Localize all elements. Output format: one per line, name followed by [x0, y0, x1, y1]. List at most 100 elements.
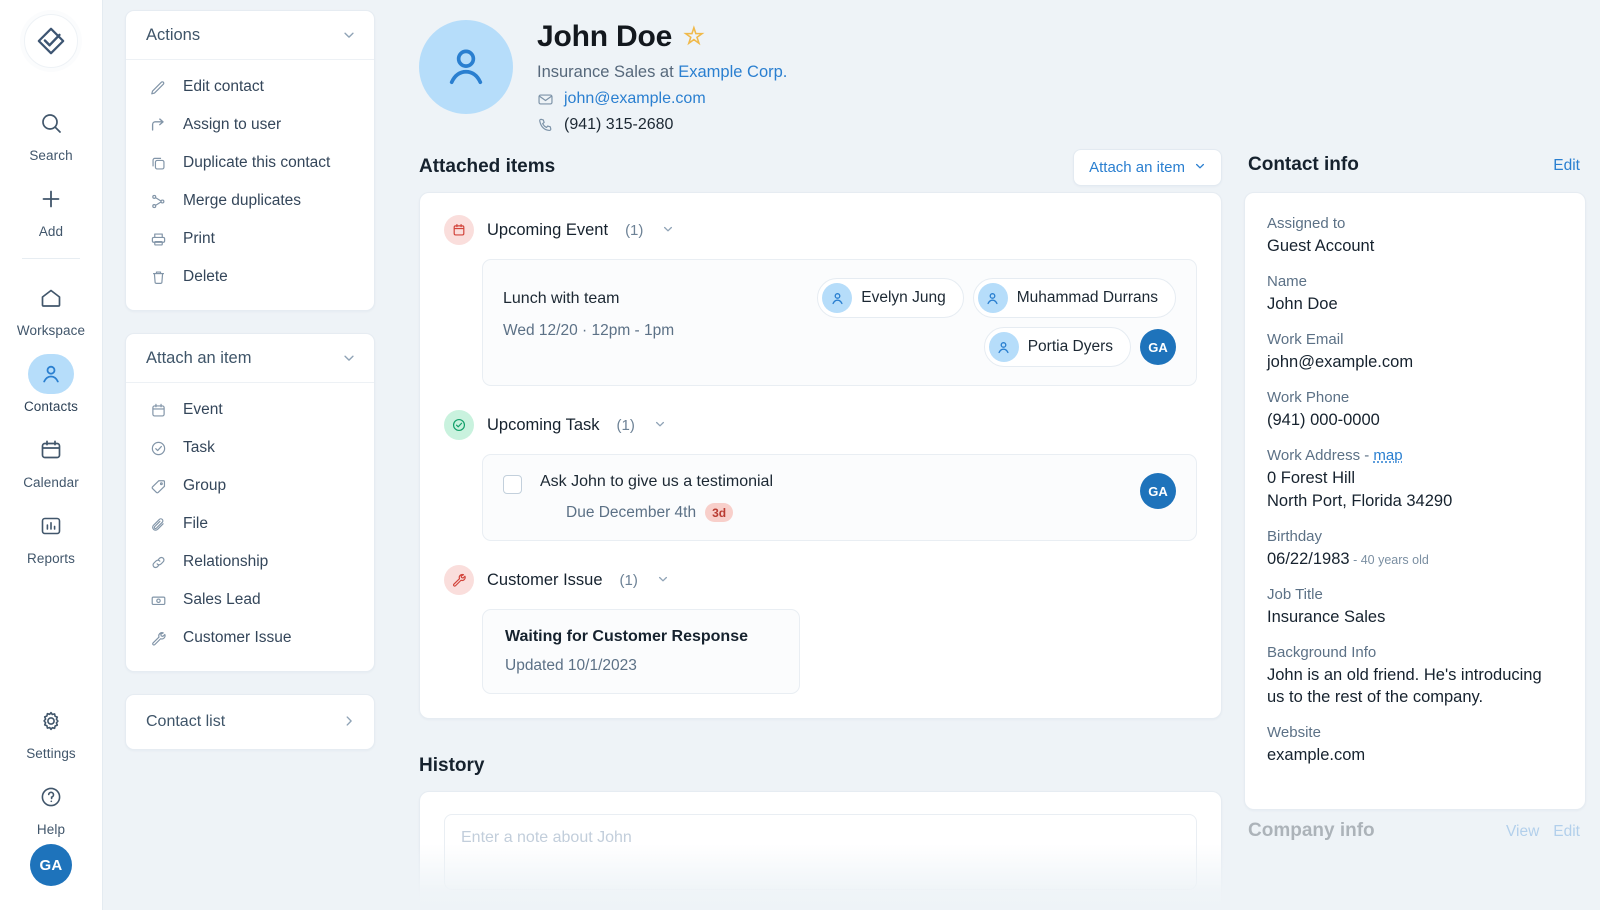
group-header[interactable]: Upcoming Event (1) — [444, 215, 1197, 245]
event-owner-avatar[interactable]: GA — [1140, 329, 1176, 365]
contact-info-edit-link[interactable]: Edit — [1553, 157, 1580, 175]
event-card[interactable]: Lunch with team Wed 12/20 · 12pm - 1pm E… — [482, 259, 1197, 386]
action-edit-contact[interactable]: Edit contact — [126, 68, 374, 106]
actions-card-title: Actions — [146, 26, 200, 45]
app-logo[interactable] — [24, 14, 78, 68]
action-merge-duplicates[interactable]: Merge duplicates — [126, 182, 374, 220]
sidebar-item-calendar[interactable]: Calendar — [0, 421, 102, 497]
contact-list-label: Contact list — [146, 713, 225, 731]
group-header[interactable]: Customer Issue (1) — [444, 565, 1197, 595]
company-link[interactable]: Example Corp. — [678, 63, 787, 81]
star-icon[interactable]: ☆ — [683, 25, 704, 49]
action-delete[interactable]: Delete — [126, 258, 374, 296]
task-checkbox[interactable] — [503, 475, 522, 494]
task-owner-avatar[interactable]: GA — [1140, 473, 1176, 509]
content-grid: Attached items Attach an item — [419, 148, 1586, 910]
company-edit-link[interactable]: Edit — [1553, 823, 1580, 841]
action-label: Merge duplicates — [183, 192, 301, 210]
attach-sales-lead[interactable]: Sales Lead — [126, 581, 374, 619]
gear-icon — [28, 701, 74, 741]
contact-subtitle: Insurance Sales at Example Corp. — [537, 63, 787, 82]
chevron-down-icon[interactable] — [654, 418, 666, 433]
action-assign-to-user[interactable]: Assign to user — [126, 106, 374, 144]
attach-label: Relationship — [183, 553, 268, 571]
event-title: Lunch with team — [503, 290, 713, 308]
attach-customer-issue[interactable]: Customer Issue — [126, 619, 374, 657]
task-card[interactable]: Ask John to give us a testimonial Due De… — [482, 454, 1197, 541]
sidebar-item-settings[interactable]: Settings — [0, 692, 102, 768]
contact-phone-row: (941) 315-2680 — [537, 116, 787, 134]
attach-card-title: Attach an item — [146, 349, 251, 368]
user-avatar[interactable]: GA — [30, 844, 72, 886]
contact-info-title: Contact info — [1248, 154, 1359, 176]
chevron-right-icon[interactable] — [342, 714, 356, 730]
group-name: Customer Issue — [487, 571, 603, 590]
attach-card-header[interactable]: Attach an item — [126, 334, 374, 383]
sidebar-item-label: Help — [37, 822, 65, 837]
issue-card[interactable]: Waiting for Customer Response Updated 10… — [482, 609, 800, 694]
attach-card-body: Event Task Group File — [126, 383, 374, 671]
attendee-name: Portia Dyers — [1028, 338, 1113, 356]
contact-email[interactable]: john@example.com — [564, 90, 706, 108]
sidebar-item-add[interactable]: Add — [0, 170, 102, 246]
contact-phone: (941) 315-2680 — [564, 116, 673, 134]
page-title: John Doe ☆ — [537, 20, 787, 54]
field-birthday: Birthday 06/22/1983 - 40 years old — [1267, 528, 1563, 570]
attendee-chip[interactable]: Muhammad Durrans — [973, 278, 1176, 318]
field-background-info: Background Info John is an old friend. H… — [1267, 644, 1563, 708]
sidebar-item-reports[interactable]: Reports — [0, 497, 102, 573]
chevron-down-icon[interactable] — [657, 573, 669, 588]
chevron-down-icon[interactable] — [342, 351, 356, 367]
attach-group[interactable]: Group — [126, 467, 374, 505]
field-label: Background Info — [1267, 644, 1563, 661]
attach-relationship[interactable]: Relationship — [126, 543, 374, 581]
person-icon — [989, 332, 1019, 362]
contact-list-card[interactable]: Contact list — [125, 694, 375, 750]
attach-task[interactable]: Task — [126, 429, 374, 467]
attach-label: Group — [183, 477, 226, 495]
group-count: (1) — [625, 222, 643, 239]
sidebar-item-workspace[interactable]: Workspace — [0, 269, 102, 345]
sidebar-item-search[interactable]: Search — [0, 94, 102, 170]
group-header[interactable]: Upcoming Task (1) — [444, 410, 1197, 440]
action-print[interactable]: Print — [126, 220, 374, 258]
attendee-chip[interactable]: Evelyn Jung — [817, 278, 963, 318]
chevron-down-icon[interactable] — [662, 223, 674, 238]
group-customer-issue: Customer Issue (1) Waiting for Customer … — [444, 565, 1197, 694]
field-value: John Doe — [1267, 293, 1563, 315]
field-label: Website — [1267, 724, 1563, 741]
attach-label: File — [183, 515, 208, 533]
attach-an-item-button[interactable]: Attach an item — [1073, 149, 1222, 186]
printer-icon — [148, 229, 168, 249]
person-avatar-icon — [440, 41, 492, 93]
sidebar-item-help[interactable]: Help — [0, 768, 102, 844]
action-label: Assign to user — [183, 116, 281, 134]
chevron-down-icon[interactable] — [342, 28, 356, 44]
task-owner-initials: GA — [1148, 484, 1168, 499]
attached-items-header: Attached items Attach an item — [419, 148, 1222, 192]
actions-card-header[interactable]: Actions — [126, 11, 374, 60]
company-info-title: Company info — [1248, 820, 1375, 842]
map-link[interactable]: map — [1373, 447, 1402, 464]
company-info-header: Company info View Edit — [1244, 810, 1586, 842]
main-content: John Doe ☆ Insurance Sales at Example Co… — [393, 0, 1600, 910]
chart-bars-icon — [28, 506, 74, 546]
calendar-icon — [444, 215, 474, 245]
sidebar-item-label: Add — [39, 224, 63, 239]
sidebar-item-contacts[interactable]: Contacts — [0, 345, 102, 421]
contact-list-row[interactable]: Contact list — [126, 695, 374, 749]
contact-email-row: john@example.com — [537, 90, 787, 108]
field-label: Birthday — [1267, 528, 1563, 545]
task-row: Ask John to give us a testimonial Due De… — [503, 473, 1176, 522]
contact-role: Insurance Sales at — [537, 63, 678, 81]
contact-header-text: John Doe ☆ Insurance Sales at Example Co… — [537, 20, 787, 134]
action-duplicate-contact[interactable]: Duplicate this contact — [126, 144, 374, 182]
group-name: Upcoming Task — [487, 416, 600, 435]
attendee-chip[interactable]: Portia Dyers — [984, 327, 1131, 367]
note-input[interactable] — [444, 814, 1197, 890]
attach-file[interactable]: File — [126, 505, 374, 543]
main-inner: John Doe ☆ Insurance Sales at Example Co… — [393, 10, 1600, 910]
company-view-link[interactable]: View — [1506, 823, 1539, 841]
attendee-name: Evelyn Jung — [861, 289, 945, 307]
attach-event[interactable]: Event — [126, 391, 374, 429]
